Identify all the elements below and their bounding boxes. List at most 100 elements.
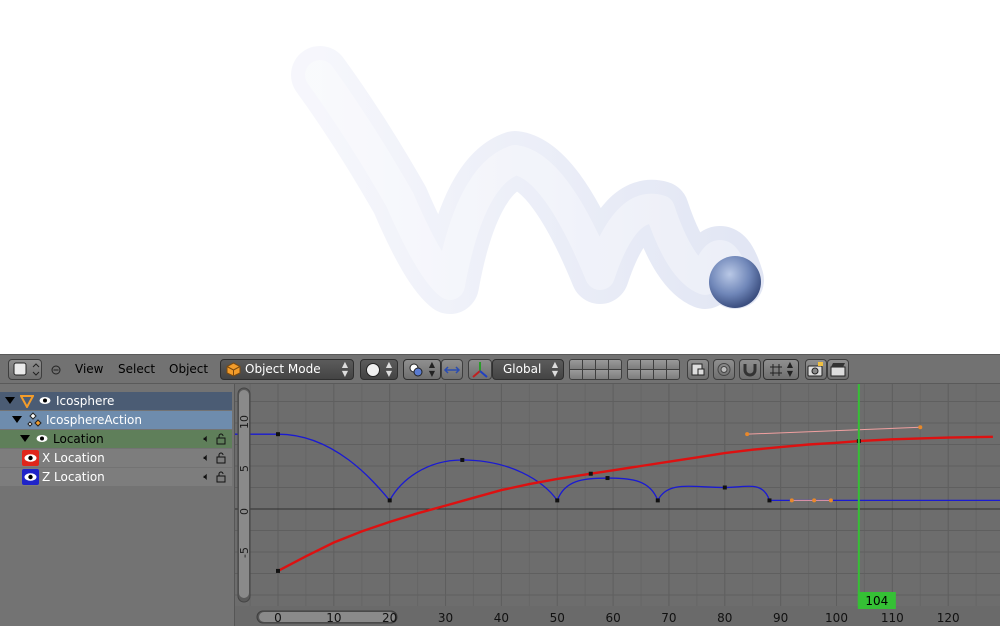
manipulator-icon [443,366,461,374]
channel-object-row[interactable]: Icosphere [0,392,232,410]
motion-trail-render [291,46,764,314]
lock-icon[interactable] [216,433,226,445]
visibility-eye-icon [24,454,37,462]
collapse-menu-icon[interactable] [50,359,62,380]
x-tick-label: 0 [274,611,282,625]
x-tick-label: 30 [438,611,453,625]
current-frame-label: 104 [865,594,888,608]
trail-highlight [305,60,750,300]
keyframe-point[interactable] [722,485,727,490]
action-keys-icon [27,412,42,427]
mute-speaker-icon[interactable]: 🔈︎ [203,433,210,445]
keyframe-point[interactable] [588,471,593,476]
menu-view[interactable]: View [75,359,103,380]
x-tick-label: 60 [605,611,620,625]
lock-layers-button[interactable] [687,359,709,380]
sphere-shading-icon [366,363,380,377]
x-tick-label: 40 [494,611,509,625]
render-opengl-button[interactable] [805,359,827,380]
clapper-icon [830,363,846,377]
channel-group-row[interactable]: Location 🔈︎ [0,430,232,448]
camera-icon [807,362,823,377]
x-curve-color-swatch[interactable] [22,450,39,466]
x-tick-label: 120 [937,611,960,625]
group-name: Location [53,432,104,446]
mute-speaker-icon[interactable]: 🔈︎ [203,452,210,464]
channel-z-location-row[interactable]: Z Location 🔈︎ [0,468,232,486]
x-tick-label: 110 [881,611,904,625]
layer-buttons-a[interactable] [569,359,622,380]
visibility-eye-icon[interactable] [39,396,51,405]
expand-triangle-icon[interactable] [5,397,15,404]
keyframe-point[interactable] [655,498,660,503]
icosphere-object[interactable] [709,256,761,308]
proportional-edit-button[interactable] [713,359,735,380]
keyframe-point[interactable] [387,498,392,503]
x-location-curve[interactable] [277,435,993,572]
keyframe-point[interactable] [276,432,280,437]
y-tick-label: 5 [238,465,251,472]
x-tick-label: 90 [773,611,788,625]
manipulator-toggle[interactable] [441,359,463,380]
lock-icon[interactable] [216,471,226,483]
object-cube-icon [226,362,241,377]
snap-toggle[interactable] [739,359,761,380]
bezier-handle-point[interactable] [828,498,833,503]
channel-action-row[interactable]: IcosphereAction [0,411,232,429]
bezier-handle-point[interactable] [745,432,750,437]
graph-editor-area[interactable]: 10 5 0 -5 0 10 20 30 40 50 60 70 80 90 100 110 120 104 [235,384,1000,626]
mute-speaker-icon[interactable]: 🔈︎ [203,471,210,483]
snap-increment-icon [770,364,782,376]
graph-editor-header: View Select Object Object Mode ▲ ▼ ▲ ▼ ▲ ▼ … [0,354,1000,384]
action-name: IcosphereAction [46,413,142,427]
menu-select[interactable]: Select [118,359,155,380]
3d-viewport[interactable] [0,0,1000,354]
object-data-icon [20,395,34,408]
axis-gizmo-icon [472,362,488,378]
graph-editor-icon [13,362,40,376]
layers-lock-icon [691,363,705,376]
expand-triangle-icon[interactable] [20,435,30,442]
object-name: Icosphere [56,394,115,408]
layer-buttons-b[interactable] [627,359,680,380]
z-curve-color-swatch[interactable] [22,469,39,485]
keyframe-point[interactable] [276,568,280,573]
menu-object[interactable]: Object [169,359,208,380]
keyframe-point[interactable] [605,476,610,481]
snap-element-dropdown[interactable]: ▲ ▼ [763,359,799,380]
keyframe-point[interactable] [460,457,465,462]
expand-triangle-icon[interactable] [12,416,22,423]
x-tick-label: 50 [550,611,565,625]
x-tick-label: 20 [382,611,397,625]
x-tick-label: 100 [825,611,848,625]
y-tick-label: -5 [238,547,251,558]
bezier-handle-line[interactable] [747,426,921,435]
shading-dropdown[interactable]: ▲ ▼ [360,359,398,380]
x-tick-label: 70 [661,611,676,625]
bezier-handle-point[interactable] [789,498,794,503]
mode-dropdown[interactable]: Object Mode ▲ ▼ [220,359,354,380]
editor-type-button[interactable] [8,359,42,380]
channel-x-location-row[interactable]: X Location 🔈︎ [0,449,232,467]
visibility-eye-icon[interactable] [36,434,48,443]
orientation-label: Global [503,362,542,376]
bezier-handle-point[interactable] [918,425,923,430]
transform-orientation-icon-button[interactable] [468,359,492,380]
channel-region: Icosphere IcosphereAction Location 🔈︎ X … [0,384,235,626]
z-location-label: Z Location [42,470,105,484]
bezier-handle-point[interactable] [812,498,817,503]
keyframe-point[interactable] [555,498,560,503]
f-curve-graph[interactable]: 1050-50 10 20 30 40 50 60 70 80 90 100 110 120104 [235,384,1000,626]
x-tick-label: 10 [326,611,341,625]
magnet-icon [743,364,757,377]
orientation-dropdown[interactable]: Global ▲ ▼ [492,359,564,380]
render-animation-button[interactable] [827,359,849,380]
pivot-dropdown[interactable]: ▲ ▼ [403,359,441,380]
y-tick-label: 10 [238,415,251,429]
y-tick-label: 0 [238,508,251,515]
visibility-eye-icon [24,473,37,481]
lock-icon[interactable] [216,452,226,464]
proportional-edit-icon [717,363,731,376]
keyframe-point[interactable] [767,498,772,503]
x-tick-label: 80 [717,611,732,625]
